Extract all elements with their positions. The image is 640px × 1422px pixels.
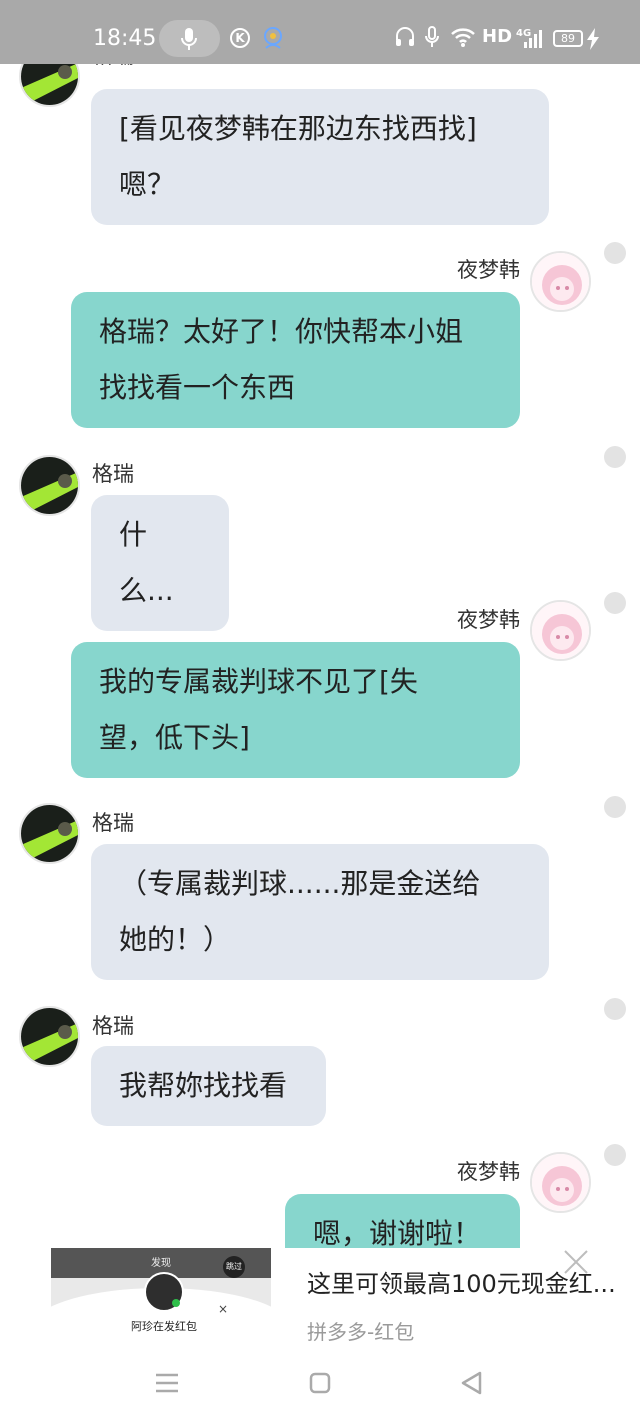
sender-name: 格瑞 [92, 64, 134, 70]
ad-thumb-caption: 阿珍在发红包 [131, 1320, 197, 1333]
avatar-image [532, 253, 589, 310]
sender-name: 格瑞 [92, 462, 134, 486]
message-row: 夜梦韩 我的专属裁判球不见了[失 望，低下头] [0, 592, 640, 792]
avatar[interactable] [530, 1152, 591, 1213]
ad-thumb-header: 发现 [151, 1258, 171, 1269]
ad-banner[interactable]: 发现 跳过 阿珍在发红包 × 这里可领最高100元现金红... 拼多多-红包 [0, 1248, 640, 1346]
message-line: [看见夜梦韩在那边东找西找] [119, 112, 477, 145]
signal-icon [524, 30, 542, 48]
sender-name: 夜梦韩 [457, 608, 520, 632]
message-bubble[interactable]: 格瑞？太好了！你快帮本小姐 找找看一个东西 [71, 292, 520, 428]
message-line: 嗯，谢谢啦！ [313, 1217, 482, 1248]
avatar-image [532, 602, 589, 659]
message-line: 我的专属裁判球不见了[失 [99, 665, 418, 698]
home-icon[interactable] [309, 1372, 331, 1394]
message-line: （专属裁判球......那是金送给 [119, 867, 481, 900]
message-line: 格瑞？太好了！你快帮本小姐 [99, 315, 464, 348]
battery-icon: 89 [553, 30, 583, 47]
ad-thumb-close-icon[interactable]: × [218, 1302, 228, 1316]
headphones-icon [396, 27, 414, 46]
status-bar: 18:45 K HD 4G 89 [0, 0, 640, 64]
message-line: 我帮妳找找看 [119, 1069, 288, 1102]
status-dot [604, 446, 626, 468]
back-icon[interactable] [459, 1370, 483, 1396]
message-row: 格瑞 （专属裁判球......那是金送给 她的！） [0, 796, 640, 996]
close-icon[interactable] [562, 1248, 590, 1276]
ad-source: 拼多多-红包 [307, 1320, 415, 1344]
mic-indicator[interactable] [159, 20, 220, 57]
avatar[interactable] [19, 1006, 80, 1067]
battery-level: 89 [561, 32, 575, 45]
mic-icon [425, 26, 439, 47]
message-row: 夜梦韩 格瑞？太好了！你快帮本小姐 找找看一个东西 [0, 242, 640, 442]
status-dot [604, 998, 626, 1020]
message-line: 她的！） [119, 923, 232, 956]
ad-skip-button[interactable]: 跳过 [223, 1256, 245, 1278]
message-row: 格瑞 我帮妳找找看 [0, 998, 640, 1148]
assistant-icon [264, 27, 282, 49]
avatar[interactable] [19, 455, 80, 516]
message-bubble[interactable]: 我帮妳找找看 [91, 1046, 326, 1126]
avatar-image [532, 1154, 589, 1211]
avatar-image [21, 805, 78, 862]
ad-thumbnail[interactable]: 发现 跳过 阿珍在发红包 × [51, 1248, 271, 1346]
avatar-image [21, 64, 78, 105]
status-dot [604, 1144, 626, 1166]
avatar[interactable] [530, 600, 591, 661]
network-type: HD [482, 26, 513, 47]
mic-icon [181, 28, 197, 50]
avatar[interactable] [530, 251, 591, 312]
message-bubble[interactable]: [看见夜梦韩在那边东找西找] 嗯？ [91, 89, 549, 225]
message-line: 望，低下头] [99, 721, 250, 754]
k-icon: K [230, 28, 250, 48]
online-dot [172, 1299, 180, 1307]
sender-name: 夜梦韩 [457, 1160, 520, 1184]
status-dot [604, 796, 626, 818]
avatar[interactable] [19, 803, 80, 864]
message-row: 格瑞 什么... [0, 446, 640, 631]
message-line: 找找看一个东西 [99, 371, 296, 404]
avatar-image [21, 457, 78, 514]
sender-name: 格瑞 [92, 1014, 134, 1038]
menu-icon[interactable] [155, 1372, 179, 1394]
status-time: 18:45 [93, 26, 157, 51]
avatar[interactable] [19, 64, 80, 107]
charging-icon [587, 28, 599, 50]
sender-name: 格瑞 [92, 811, 134, 835]
message-bubble[interactable]: 我的专属裁判球不见了[失 望，低下头] [71, 642, 520, 778]
avatar-image [21, 1008, 78, 1065]
message-line: 嗯？ [119, 168, 176, 201]
sender-name: 夜梦韩 [457, 258, 520, 282]
message-row: 夜梦韩 嗯，谢谢啦！ [0, 1144, 640, 1248]
status-dot [604, 592, 626, 614]
chat-area[interactable]: 格瑞 [看见夜梦韩在那边东找西找] 嗯？ 夜梦韩 格瑞？太好了！你快帮本小姐 找… [0, 64, 640, 1248]
status-dot [604, 242, 626, 264]
message-bubble[interactable]: 嗯，谢谢啦！ [285, 1194, 520, 1248]
message-bubble[interactable]: （专属裁判球......那是金送给 她的！） [91, 844, 549, 980]
navigation-bar [0, 1346, 640, 1422]
wifi-icon [451, 28, 475, 47]
